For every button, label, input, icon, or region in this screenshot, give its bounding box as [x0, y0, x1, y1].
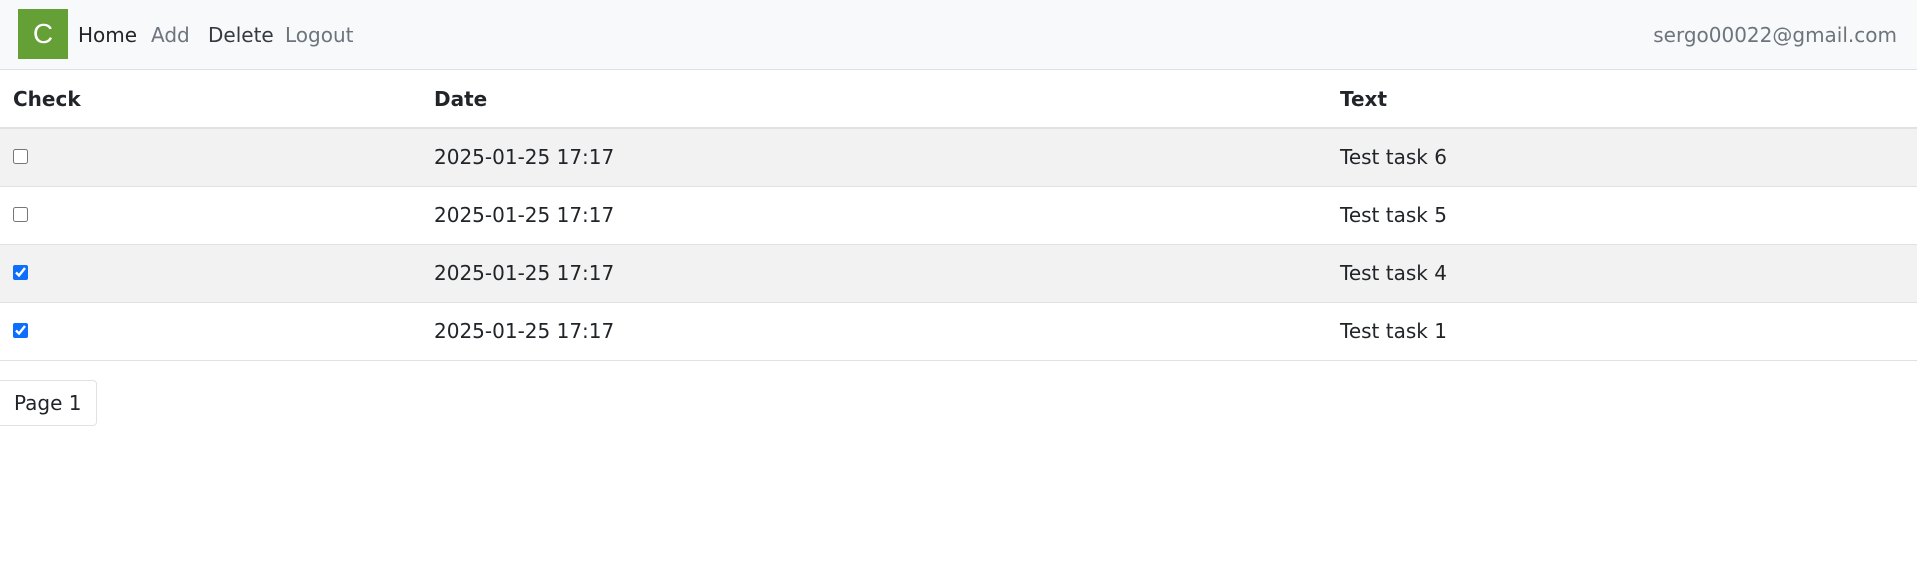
text-cell: Test task 4 [1327, 244, 1917, 303]
nav-link-add[interactable]: Add [151, 22, 190, 48]
date-cell: 2025-01-25 17:17 [421, 244, 1327, 303]
column-header-text: Text [1327, 70, 1917, 129]
brand-logo[interactable]: C [18, 9, 68, 59]
date-cell: 2025-01-25 17:17 [421, 128, 1327, 187]
task-checkbox[interactable] [13, 264, 28, 280]
brand-logo-letter: C [32, 18, 54, 49]
text-cell: Test task 6 [1327, 128, 1917, 187]
check-cell [0, 128, 421, 187]
table-row: 2025-01-25 17:17 Test task 4 [0, 244, 1917, 303]
task-checkbox[interactable] [13, 322, 28, 338]
column-header-date: Date [421, 70, 1327, 129]
navbar: C Home Add Delete Logout sergo00022@gmai… [0, 0, 1917, 70]
pagination-page-button[interactable]: Page 1 [0, 380, 97, 426]
tasks-table: Check Date Text 2025-01-25 17:17 Test ta… [0, 70, 1917, 361]
check-cell [0, 244, 421, 303]
table-row: 2025-01-25 17:17 Test task 1 [0, 302, 1917, 361]
table-body: 2025-01-25 17:17 Test task 6 2025-01-25 … [0, 128, 1917, 361]
table-row: 2025-01-25 17:17 Test task 5 [0, 186, 1917, 245]
text-cell: Test task 1 [1327, 302, 1917, 361]
task-checkbox[interactable] [13, 206, 28, 222]
date-cell: 2025-01-25 17:17 [421, 302, 1327, 361]
check-cell [0, 302, 421, 361]
date-cell: 2025-01-25 17:17 [421, 186, 1327, 245]
task-checkbox[interactable] [13, 149, 28, 164]
check-cell [0, 186, 421, 245]
column-header-check: Check [0, 70, 421, 129]
table-row: 2025-01-25 17:17 Test task 6 [0, 128, 1917, 187]
user-email: sergo00022@gmail.com [1653, 23, 1897, 47]
nav-link-logout[interactable]: Logout [285, 22, 353, 48]
nav-link-delete[interactable]: Delete [208, 22, 274, 48]
nav-link-home[interactable]: Home [78, 22, 137, 48]
table-header-row: Check Date Text [0, 70, 1917, 129]
table-header: Check Date Text [0, 70, 1917, 129]
text-cell: Test task 5 [1327, 186, 1917, 245]
